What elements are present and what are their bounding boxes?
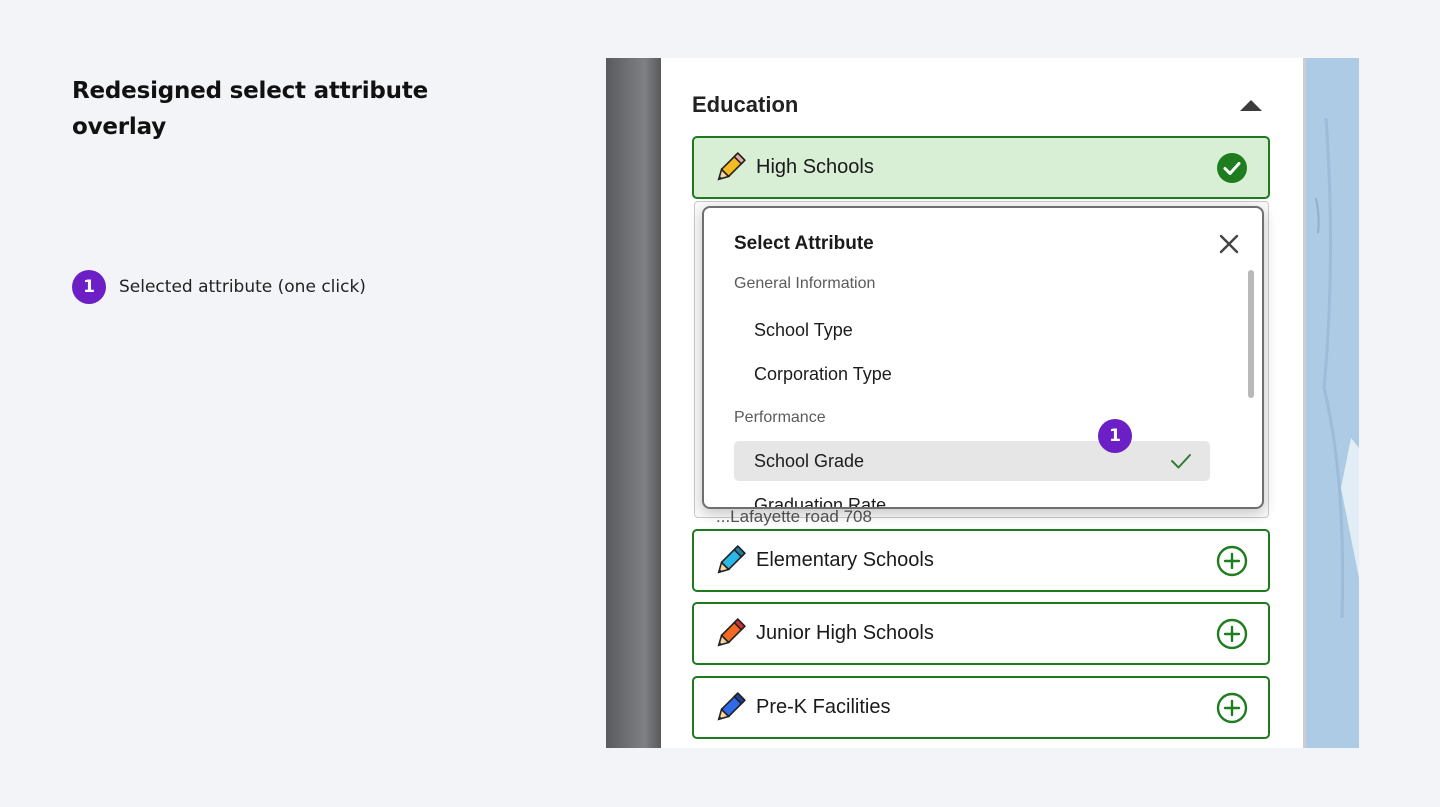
option-corporation-type[interactable]: Corporation Type xyxy=(734,354,1210,394)
pencil-icon xyxy=(712,688,752,728)
layer-card-high-schools[interactable]: High Schools xyxy=(692,136,1270,199)
close-icon[interactable] xyxy=(1217,232,1241,256)
pencil-icon xyxy=(712,614,752,654)
overlay-title: Select Attribute xyxy=(734,233,874,254)
section-header[interactable]: Education xyxy=(692,88,1262,122)
layer-card-junior-high-schools[interactable]: Junior High Schools xyxy=(692,602,1270,665)
group-label-performance: Performance xyxy=(734,409,826,426)
caret-up-icon[interactable] xyxy=(1240,98,1262,112)
pencil-icon xyxy=(712,541,752,581)
doc-title: Redesigned select attribute overlay xyxy=(72,78,429,140)
layer-card-elementary-schools[interactable]: Elementary Schools xyxy=(692,529,1270,592)
layer-label: Pre-K Facilities xyxy=(756,696,891,718)
option-school-grade[interactable]: School Grade xyxy=(734,441,1210,481)
group-label-general: General Information xyxy=(734,275,876,292)
pencil-icon xyxy=(712,148,752,188)
dimmed-backdrop xyxy=(606,58,661,748)
plus-circle-icon[interactable] xyxy=(1216,692,1248,724)
layer-card-pre-k-facilities[interactable]: Pre-K Facilities xyxy=(692,676,1270,739)
option-graduation-rate[interactable]: Graduation Rate xyxy=(734,485,1210,508)
select-attribute-overlay: Select Attribute General Information Sch… xyxy=(702,206,1264,509)
background-text: ...Lafayette road 708 xyxy=(716,507,872,526)
plus-circle-icon[interactable] xyxy=(1216,545,1248,577)
option-label: School Grade xyxy=(754,450,865,471)
legend-item: 1 Selected attribute (one click) xyxy=(72,270,366,304)
layer-label: High Schools xyxy=(756,156,874,178)
layer-label: Junior High Schools xyxy=(756,622,934,644)
annotation-marker: 1 xyxy=(1098,419,1132,453)
legend-text: Selected attribute (one click) xyxy=(119,277,366,297)
option-school-type[interactable]: School Type xyxy=(734,310,1210,350)
screenshot-frame: Education High Schools ...Lafayette road… xyxy=(606,58,1359,748)
section-title: Education xyxy=(692,92,799,117)
plus-circle-icon[interactable] xyxy=(1216,618,1248,650)
check-circle-icon[interactable] xyxy=(1216,152,1248,184)
layer-label: Elementary Schools xyxy=(756,549,934,571)
checkmark-icon xyxy=(1170,451,1192,471)
map-view[interactable] xyxy=(1306,58,1359,748)
number-badge: 1 xyxy=(72,270,106,304)
scrollbar-thumb[interactable] xyxy=(1248,270,1254,398)
